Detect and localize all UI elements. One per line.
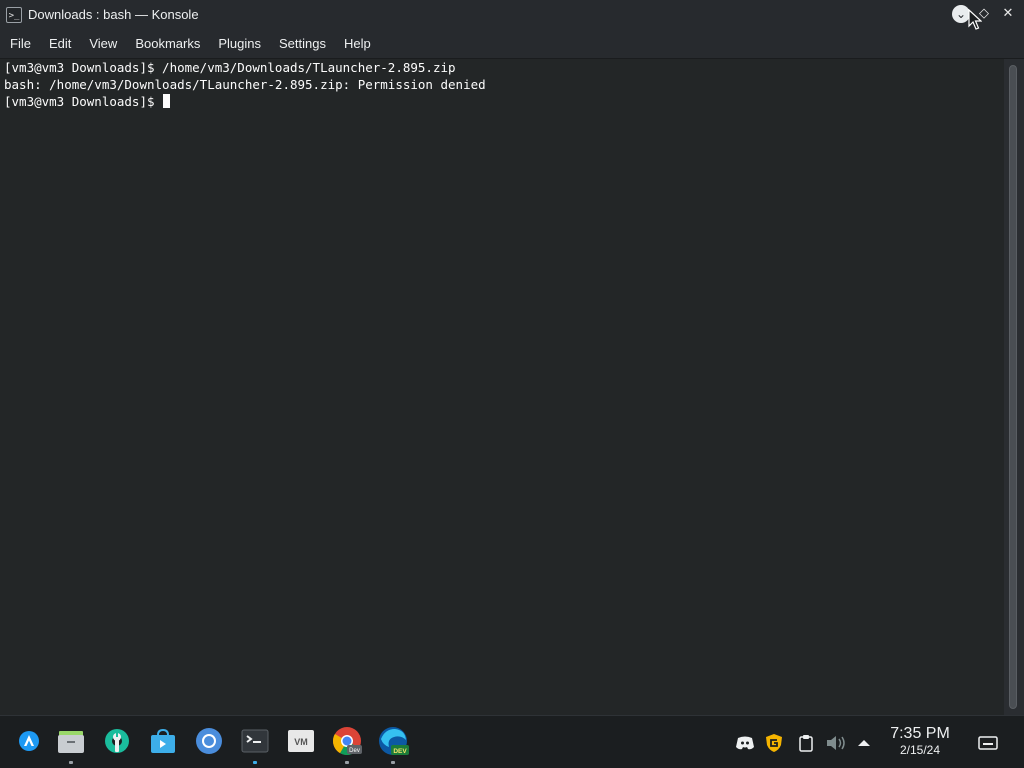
svg-text:Dev: Dev [349, 748, 360, 754]
minimize-icon: ⌄ [955, 7, 967, 21]
menu-view[interactable]: View [81, 36, 125, 51]
window-title: Downloads : bash — Konsole [28, 7, 199, 22]
konsole-icon: >_ [6, 6, 22, 23]
running-indicator [391, 761, 395, 764]
menu-edit[interactable]: Edit [41, 36, 79, 51]
taskbar-app-discover[interactable] [146, 724, 180, 758]
svg-text:VM: VM [294, 737, 308, 747]
menu-bookmarks[interactable]: Bookmarks [127, 36, 208, 51]
tray-guard[interactable] [764, 733, 784, 753]
svg-text:DEV: DEV [393, 748, 407, 755]
guard-icon [766, 734, 782, 752]
application-launcher-icon [19, 731, 39, 751]
menu-file[interactable]: File [2, 36, 39, 51]
mouse-pointer-icon [968, 9, 982, 30]
scrollbar-thumb[interactable] [1009, 65, 1017, 709]
show-desktop-icon [978, 736, 998, 750]
window-titlebar[interactable]: >_ Downloads : bash — Konsole ⌄ ◇ ✕ [0, 0, 1024, 29]
chrome-dev-icon: Dev [333, 727, 362, 755]
discover-store-icon [151, 728, 175, 753]
clock-date[interactable]: 2/15/24 [880, 743, 960, 757]
terminal-line: bash: /home/vm3/Downloads/TLauncher-2.89… [4, 77, 486, 92]
taskbar-app-chrome-dev[interactable]: Dev [330, 724, 364, 764]
menu-help[interactable]: Help [336, 36, 379, 51]
system-settings-icon [105, 729, 129, 753]
taskbar-app-konsole[interactable] [238, 724, 272, 764]
terminal-scrollbar[interactable] [1004, 59, 1024, 715]
close-icon: ✕ [1002, 6, 1014, 21]
taskbar-app-edge-dev[interactable]: DEV [376, 724, 410, 764]
menu-settings[interactable]: Settings [271, 36, 334, 51]
running-indicator [253, 761, 257, 764]
close-button[interactable]: ✕ [998, 4, 1018, 24]
tray-expand-icon [858, 740, 870, 746]
taskbar-app-file-manager[interactable] [54, 724, 88, 764]
terminal-view[interactable]: [vm3@vm3 Downloads]$ /home/vm3/Downloads… [0, 59, 1004, 715]
running-indicator [345, 761, 349, 764]
tray-discord[interactable] [735, 733, 755, 753]
taskbar-app-chromium[interactable] [192, 724, 226, 758]
discord-icon [736, 736, 754, 750]
clipboard-icon [799, 735, 813, 752]
edge-dev-icon: DEV [379, 727, 409, 755]
application-launcher-button[interactable] [12, 724, 46, 758]
terminal-line: [vm3@vm3 Downloads]$ /home/vm3/Downloads… [4, 60, 456, 75]
file-manager-icon [58, 731, 84, 753]
taskbar-app-vmware[interactable]: VM [284, 724, 318, 758]
vmware-icon: VM [288, 730, 314, 752]
clock-time[interactable]: 7:35 PM [880, 725, 960, 743]
menu-plugins[interactable]: Plugins [210, 36, 269, 51]
tray-clipboard[interactable] [796, 733, 816, 753]
running-indicator [69, 761, 73, 764]
taskbar: VM Dev DEV [0, 715, 1024, 768]
text-cursor [163, 94, 171, 108]
terminal-prompt-line: [vm3@vm3 Downloads]$ [4, 93, 171, 110]
show-desktop-button[interactable] [977, 733, 998, 753]
volume-muted-icon [827, 736, 845, 750]
tray-volume[interactable] [825, 733, 845, 753]
tray-expand-button[interactable] [855, 733, 875, 753]
konsole-icon [241, 729, 269, 753]
terminal-prompt: [vm3@vm3 Downloads]$ [4, 94, 163, 109]
taskbar-app-system-settings[interactable] [100, 724, 134, 758]
menubar: File Edit View Bookmarks Plugins Setting… [0, 29, 1024, 59]
chromium-icon [196, 728, 222, 754]
